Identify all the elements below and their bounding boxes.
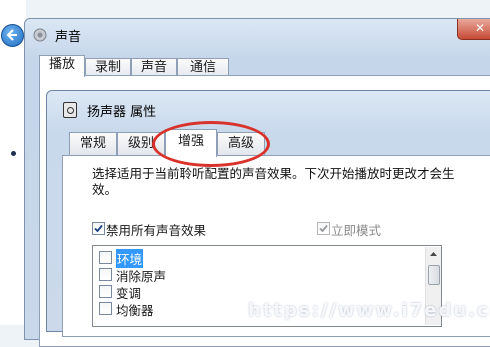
scroll-thumb[interactable]: [428, 265, 440, 285]
enhancement-description: 选择适用于当前聆听配置的声音效果。下次开始播放时更改才会生效。: [92, 166, 455, 197]
tab-playback[interactable]: 播放: [39, 55, 85, 77]
checkmark-icon: [319, 224, 328, 233]
dialog-title: 扬声器 属性: [87, 105, 157, 120]
highlight-annotation: [152, 121, 270, 167]
bullet-dot: [11, 151, 16, 156]
effect-label: 均衡器: [116, 303, 154, 318]
disable-all-effects-label: 禁用所有声音效果: [106, 223, 207, 238]
back-button[interactable]: [1, 24, 24, 47]
speaker-device-icon: [63, 102, 77, 118]
tab-general[interactable]: 常规: [69, 132, 117, 155]
speaker-icon: [33, 28, 47, 42]
watermark: https://www.i7edu.cn: [248, 300, 490, 321]
checkmark-icon: [94, 224, 103, 233]
equalizer-checkbox[interactable]: [99, 302, 112, 315]
disable-all-effects-checkbox[interactable]: [92, 222, 105, 235]
back-arrow-icon: [6, 29, 17, 41]
immediate-mode-checkbox[interactable]: [317, 222, 330, 235]
background-page: [0, 0, 26, 325]
sound-window-title: 声音: [55, 30, 82, 45]
voice-cancellation-checkbox[interactable]: [99, 268, 112, 281]
scroll-up-arrow-icon[interactable]: [426, 247, 441, 262]
close-icon: ✕: [475, 21, 486, 35]
environment-checkbox[interactable]: [99, 251, 112, 264]
immediate-mode-label: 立即模式: [331, 223, 382, 238]
pitch-shift-checkbox[interactable]: [99, 285, 112, 298]
close-button[interactable]: ✕: [457, 19, 490, 40]
